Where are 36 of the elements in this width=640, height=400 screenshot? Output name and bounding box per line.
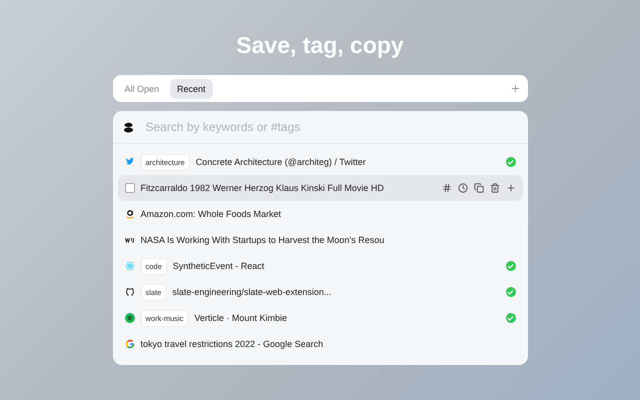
bird-logo-icon bbox=[124, 157, 134, 167]
search-field[interactable]: Search by keywords or #tags bbox=[144, 119, 518, 135]
clock-icon bbox=[458, 183, 468, 193]
letter-logo-icon bbox=[124, 339, 134, 349]
page-title: slate-engineering/slate-web-extension... bbox=[172, 287, 332, 297]
hash-icon bbox=[442, 183, 452, 193]
tag-button[interactable] bbox=[442, 183, 452, 193]
page-title: Verticle · Mount Kimbie bbox=[194, 313, 287, 323]
page-heading: Save, tag, copy bbox=[236, 32, 404, 59]
page-title: SyntheticEvent - React bbox=[172, 261, 264, 271]
selected-result-row[interactable]: Fitzcarraldo 1982 Werner Herzog Klaus Kinski Full Movie HD bbox=[118, 175, 522, 201]
music-logo-icon bbox=[124, 313, 134, 323]
letter-logo-icon bbox=[124, 209, 134, 219]
tab[interactable]: Recent bbox=[170, 78, 213, 98]
trash-icon bbox=[490, 183, 500, 193]
tab[interactable]: All Open bbox=[118, 78, 166, 98]
logo-icon bbox=[122, 122, 134, 132]
add-button[interactable] bbox=[506, 183, 516, 193]
page-title: Fitzcarraldo 1982 Werner Herzog Klaus Kinski Full Movie HD bbox=[140, 183, 384, 193]
atom-logo-icon bbox=[124, 261, 134, 271]
history-button[interactable] bbox=[458, 183, 468, 193]
result-row[interactable]: tokyo travel restrictions 2022 - Google Search bbox=[118, 331, 522, 357]
delete-button[interactable] bbox=[490, 183, 500, 193]
copy-button[interactable] bbox=[474, 183, 484, 193]
newspaper-logo-icon bbox=[124, 235, 134, 245]
plus-icon bbox=[510, 83, 520, 94]
checkbox[interactable] bbox=[124, 183, 134, 193]
cat-logo-icon bbox=[124, 287, 134, 297]
page-title: NASA Is Working With Startups to Harvest the Moon’s Resou bbox=[140, 235, 384, 245]
page-title: Concrete Architecture (@architeg) / Twitter bbox=[196, 157, 366, 167]
page-title: Amazon.com: Whole Foods Market bbox=[140, 209, 282, 219]
copy-icon bbox=[474, 183, 484, 193]
result-row[interactable]: NASA Is Working With Startups to Harvest the Moon’s Resou bbox=[118, 227, 522, 253]
result-row[interactable]: Amazon.com: Whole Foods Market bbox=[118, 201, 522, 227]
page-title: tokyo travel restrictions 2022 - Google Search bbox=[140, 339, 324, 349]
plus-icon bbox=[506, 183, 516, 193]
